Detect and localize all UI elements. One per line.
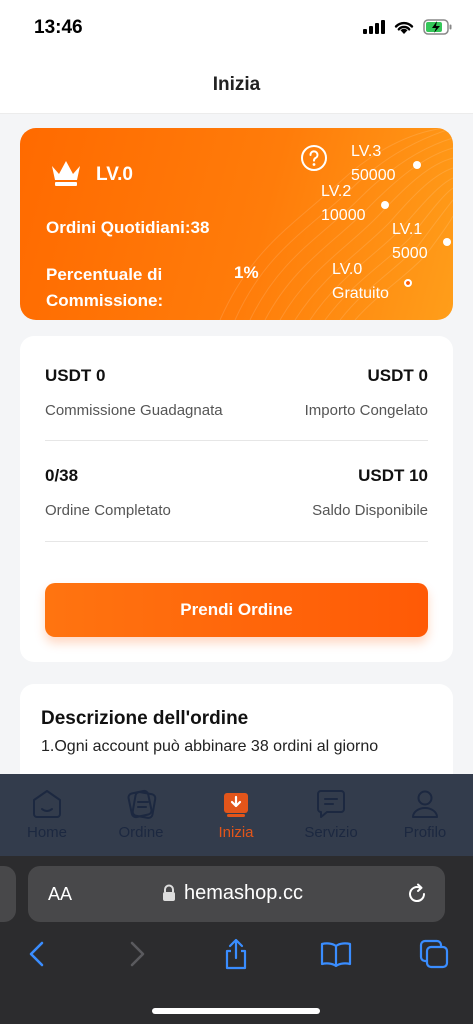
profile-icon: [412, 790, 438, 818]
description-line: 1.Ogni account può abbinare 38 ordini al…: [41, 738, 379, 755]
completed-orders-value: 0/38: [45, 466, 79, 485]
page-title: Inizia: [212, 73, 261, 95]
forward-arrow-icon[interactable]: [126, 938, 148, 970]
tier-name: LV.2: [321, 183, 352, 200]
browser-toolbar: AA hemashop.cc: [0, 856, 473, 1024]
tier-dot-lv3: [413, 161, 421, 169]
tab-label: Ordine: [118, 824, 164, 841]
completed-orders-label: Ordine Completato: [45, 502, 171, 519]
crown-icon: [52, 161, 80, 186]
tab-profile[interactable]: Profilo: [378, 774, 472, 856]
divider: [45, 440, 428, 441]
order-icon: [127, 789, 157, 819]
tab-service[interactable]: Servizio: [284, 774, 378, 856]
level-card: LV.0 Ordini Quotidiani:38 Percentuale di…: [20, 128, 453, 320]
stats-card: USDT 0 Commissione Guadagnata USDT 0 Imp…: [20, 336, 453, 662]
url-text: hemashop.cc: [184, 882, 303, 904]
text-size-button[interactable]: AA: [48, 884, 72, 905]
previous-tab-peek[interactable]: [0, 866, 16, 922]
tab-label: Servizio: [304, 824, 358, 841]
tier-price: 5000: [392, 245, 428, 262]
help-icon[interactable]: [300, 144, 328, 172]
tier-lv0: LV.0 Gratuito: [332, 258, 389, 306]
tier-dot-lv2: [381, 201, 389, 209]
frozen-amount-value: USDT 0: [367, 366, 428, 385]
reload-icon[interactable]: [405, 882, 429, 906]
back-arrow-icon[interactable]: [26, 938, 48, 970]
home-indicator: [152, 1008, 320, 1014]
lock-icon: [163, 884, 175, 901]
share-icon[interactable]: [222, 938, 250, 970]
start-icon: [224, 793, 248, 817]
home-icon: [33, 790, 61, 818]
available-balance-label: Saldo Disponibile: [312, 502, 428, 519]
tier-lv2: LV.2 10000: [321, 180, 366, 228]
tab-order[interactable]: Ordine: [94, 774, 188, 856]
description-title: Descrizione dell'ordine: [41, 708, 249, 729]
take-order-button[interactable]: Prendi Ordine: [45, 583, 428, 637]
tier-name: LV.1: [392, 221, 423, 238]
tab-home[interactable]: Home: [0, 774, 94, 856]
status-bar: 13:46: [0, 0, 473, 56]
bookmarks-icon[interactable]: [319, 938, 353, 970]
chat-icon: [317, 790, 345, 818]
tab-label: Profilo: [403, 824, 447, 841]
tier-name: LV.0: [332, 261, 363, 278]
tier-price: 10000: [321, 207, 366, 224]
status-icons: [363, 19, 453, 35]
current-level: LV.0: [96, 164, 133, 185]
tier-dot-lv1: [443, 238, 451, 246]
commission-label: Percentuale di Commissione:: [46, 265, 164, 310]
daily-orders: Ordini Quotidiani:38: [46, 218, 210, 237]
tab-start[interactable]: Inizia: [189, 774, 283, 856]
divider: [45, 541, 428, 542]
battery-charging-icon: [423, 19, 452, 35]
commission-value: 1%: [234, 263, 259, 282]
tier-dot-lv0-current: [404, 279, 412, 287]
tier-price: Gratuito: [332, 285, 389, 302]
status-time: 13:46: [34, 17, 83, 38]
tab-label: Inizia: [218, 824, 254, 841]
address-bar[interactable]: AA hemashop.cc: [28, 866, 445, 922]
bottom-tab-bar: Home Ordine Inizia Servizio Profilo: [0, 774, 473, 856]
nav-header: Inizia: [0, 56, 473, 114]
tab-label: Home: [26, 824, 67, 841]
tier-name: LV.3: [351, 143, 382, 160]
available-balance-value: USDT 10: [358, 466, 428, 485]
cellular-signal-icon: [363, 20, 385, 34]
wifi-icon: [394, 21, 414, 34]
frozen-amount-label: Importo Congelato: [304, 402, 428, 419]
commission-earned-value: USDT 0: [45, 366, 106, 385]
tabs-icon[interactable]: [418, 938, 450, 970]
tier-lv1: LV.1 5000: [392, 218, 428, 266]
commission-earned-label: Commissione Guadagnata: [45, 402, 223, 419]
